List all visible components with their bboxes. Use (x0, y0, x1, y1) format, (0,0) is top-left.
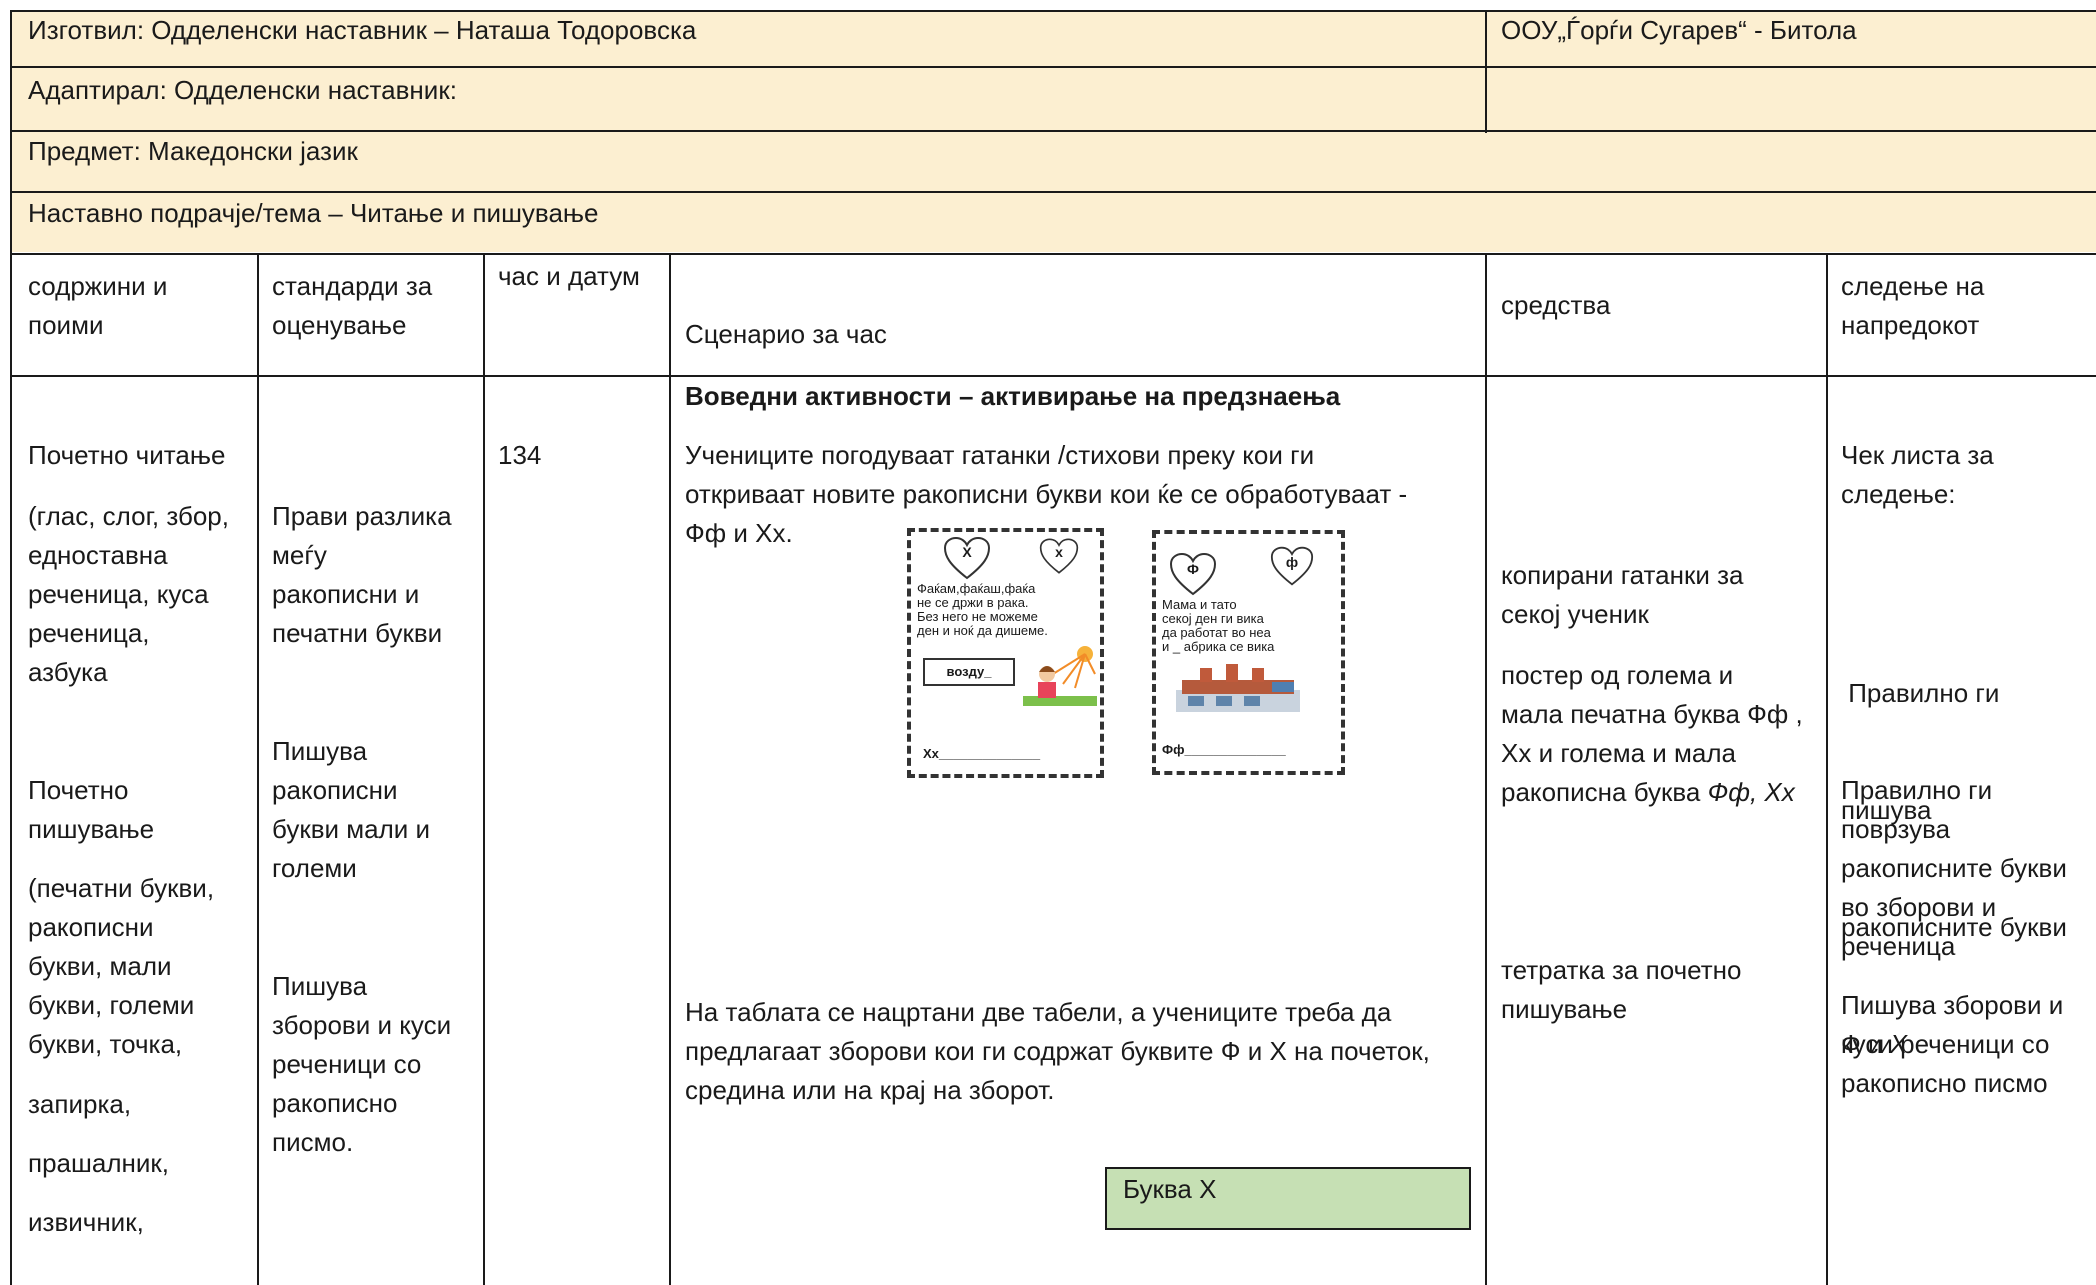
border-v1 (257, 253, 259, 1285)
col-header-hour-date: час и датум (498, 261, 640, 291)
col-header-resources: средства (1501, 290, 1611, 320)
writing-title: Почетно пишување (28, 775, 155, 844)
subject: Предмет: Македонски јазик (28, 136, 358, 166)
border-left (10, 10, 12, 1285)
heart-letter-small: ф (1285, 554, 1299, 570)
scenario-heading: Воведни активности – активирање на предз… (685, 381, 1341, 411)
col-header-content: содржини и поими (28, 271, 168, 340)
heart-letter-big: Х (962, 544, 972, 560)
border-v2 (483, 253, 485, 1285)
answer-box: возду_ (923, 658, 1015, 686)
border-h3 (10, 191, 2096, 193)
heart-letter-small: х (1055, 544, 1063, 560)
standard-2: Пишува ракописни букви мали и големи (272, 736, 431, 883)
border-v4 (1485, 253, 1487, 1285)
factory-illustration (1176, 664, 1300, 712)
exclamation-item: извичник, (28, 1207, 144, 1237)
resource-riddles: копирани гатанки за секој ученик (1501, 560, 1744, 629)
col-header-scenario: Сценарио за час (685, 319, 887, 349)
border-h1 (10, 66, 2096, 68)
heart-letter-big: Ф (1187, 561, 1199, 577)
col-header-standards: стандарди за оценување (272, 271, 433, 340)
standard-1: Прави разлика меѓу ракописни и печатни б… (272, 501, 452, 648)
col-header-progress: следење на напредокот (1841, 271, 1985, 340)
letter-x-table-label: Буква Х (1123, 1174, 1217, 1204)
progress-checklist: Чек листа за следење: (1841, 440, 1994, 509)
riddle-card-x: Х х Фаќам,фаќаш,фаќа не се држи в рака. … (907, 528, 1104, 778)
standard-3: Пишува зборови и куси реченици со ракопи… (272, 971, 452, 1157)
card-write-line-f: Фф______________ (1162, 742, 1286, 757)
border-h4 (10, 253, 2096, 255)
card-write-line-x: Хх______________ (923, 746, 1041, 761)
reading-title: Почетно читање (28, 440, 226, 470)
lesson-number: 134 (498, 440, 542, 470)
resource-notebook: тетратка за почетно пишување (1501, 955, 1742, 1024)
border-school-split (1485, 10, 1487, 133)
question-mark-item: прашалник, (28, 1148, 169, 1178)
girl-with-sun-illustration (1023, 646, 1097, 706)
border-v5 (1826, 253, 1828, 1285)
topic: Наставно подрачје/тема – Читање и пишува… (28, 198, 599, 228)
school-name: ООУ„Ѓорѓи Сугарев“ - Битола (1501, 15, 1857, 45)
writing-items: (печатни букви, ракописни букви, мали бу… (28, 873, 215, 1059)
progress-criterion-3: Пишува зборови и куси реченици со ракопи… (1841, 990, 2064, 1098)
resource-poster: постер од голема и мала печатна буква Фф… (1501, 660, 1803, 807)
comma-item: запирка, (28, 1089, 132, 1119)
riddle-text-2: Мама и тато секој ден ги вика да работат… (1162, 597, 1275, 654)
letter-x-table: Буква Х (1105, 1167, 1471, 1230)
adapted-by: Адаптирал: Одделенски наставник: (28, 75, 457, 105)
border-v3 (669, 253, 671, 1285)
riddle-text-1: Фаќам,фаќаш,фаќа не се држи в рака. Без … (917, 581, 1048, 638)
reading-items: (глас, слог, збор, едноставна реченица, … (28, 501, 229, 687)
riddle-card-f: Ф ф Мама и тато секој ден ги вика да раб… (1152, 530, 1345, 775)
prepared-by: Изготвил: Одделенски наставник – Наташа … (28, 15, 697, 45)
scenario-paragraph-2: На таблата се нацртани две табели, а уче… (685, 997, 1430, 1105)
lesson-plan-page: Изготвил: Одделенски наставник – Наташа … (0, 0, 2096, 1285)
progress-criterion-2: Правилно ги поврзува ракописните букви в… (1841, 775, 2067, 961)
